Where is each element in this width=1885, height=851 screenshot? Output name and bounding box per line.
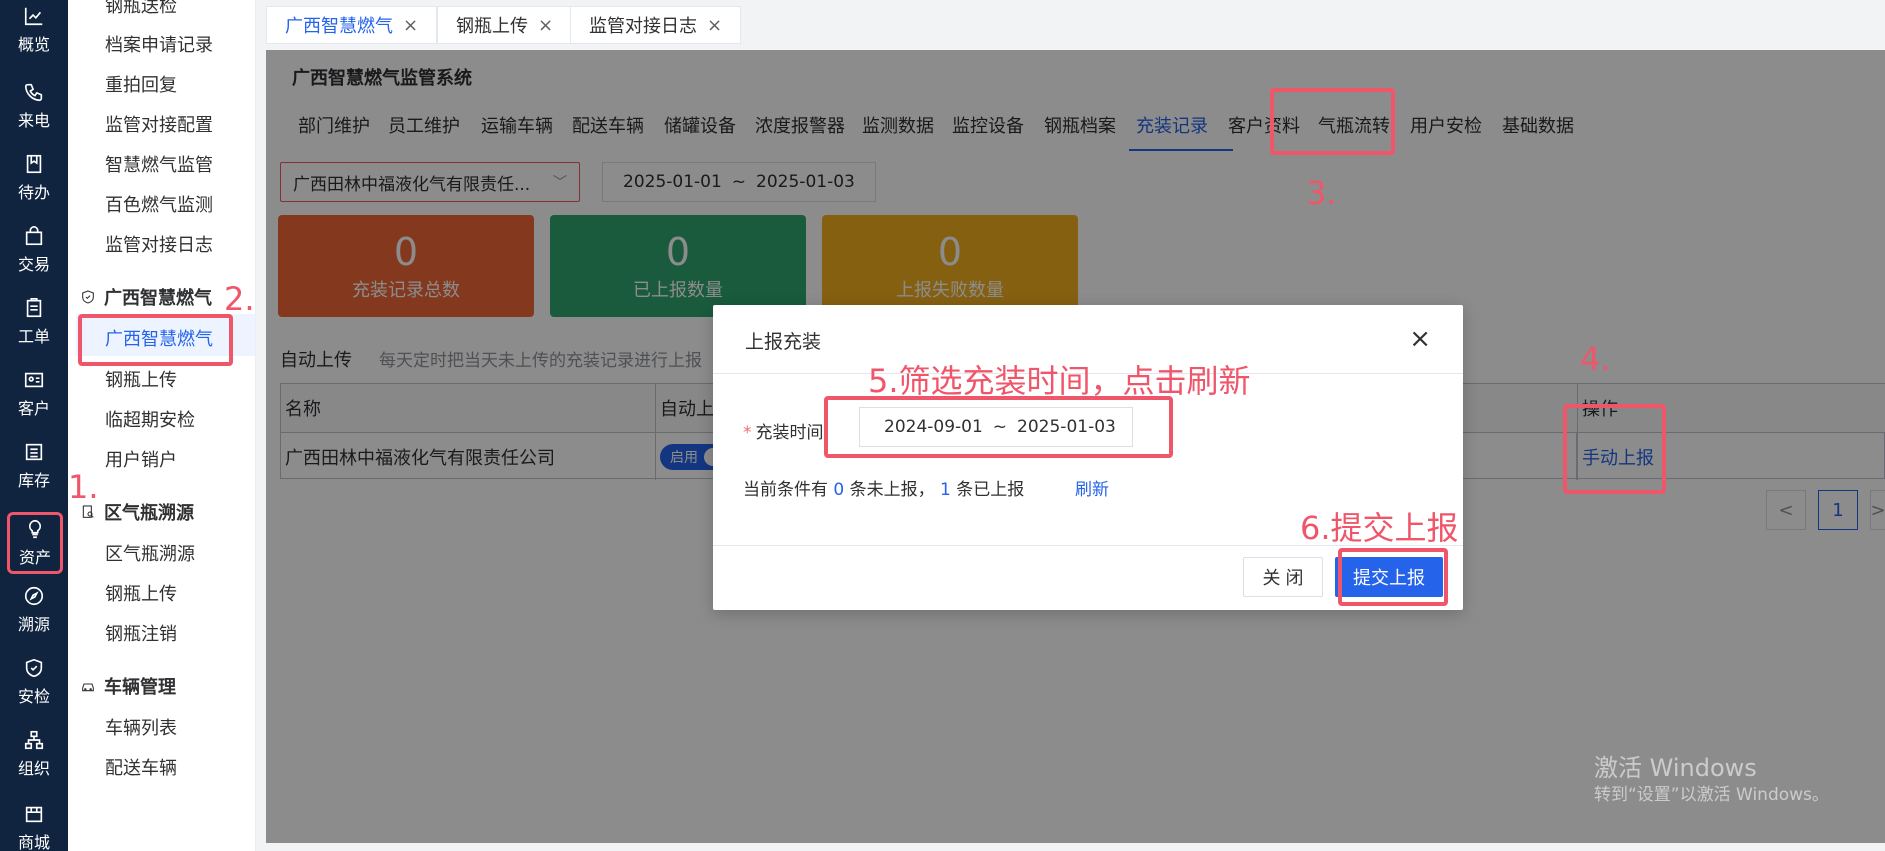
windows-watermark-subtitle: 转到“设置”以激活 Windows。 — [1594, 785, 1829, 805]
close-icon[interactable]: × — [403, 15, 418, 36]
annotation-step-1: 1. — [68, 468, 99, 506]
sidebar-item-supervision-log[interactable]: 监管对接日志 — [105, 231, 213, 257]
rail-item-store[interactable]: 商城 — [0, 798, 68, 851]
shield-icon — [25, 658, 43, 678]
annotation-step-3: 3. — [1306, 174, 1337, 212]
rail-item-calls[interactable]: 来电 — [0, 76, 68, 136]
shield-check-icon — [82, 290, 94, 304]
tab-cylinder-upload[interactable]: 钢瓶上传 × — [437, 6, 573, 44]
bulb-icon — [28, 519, 42, 539]
car-icon — [82, 683, 94, 692]
clipboard-icon — [26, 298, 42, 318]
sidebar-item-user-cancel[interactable]: 用户销户 — [105, 446, 177, 472]
sidebar-item-supervision-config[interactable]: 监管对接配置 — [105, 111, 213, 137]
refresh-link[interactable]: 刷新 — [1075, 475, 1109, 500]
rail-item-assets[interactable]: 资产 — [7, 512, 63, 574]
document-search-icon — [82, 505, 94, 518]
sidebar-item-delivery-vehicle[interactable]: 配送车辆 — [105, 754, 177, 780]
filling-time-label: * 充装时间: — [743, 423, 830, 443]
close-button[interactable]: 关 闭 — [1243, 557, 1323, 597]
bag-icon — [25, 226, 43, 246]
id-card-icon — [24, 372, 44, 388]
close-icon[interactable]: × — [538, 15, 553, 36]
sidebar-item-vehicle-list[interactable]: 车辆列表 — [105, 714, 177, 740]
annotation-box-2 — [78, 314, 233, 366]
sidebar-item-rephoto-reply[interactable]: 重拍回复 — [105, 71, 177, 97]
windows-watermark-title: 激活 Windows — [1594, 754, 1757, 782]
store-icon — [25, 806, 43, 823]
sidebar-item-district-trace[interactable]: 区气瓶溯源 — [105, 540, 195, 566]
annotation-box-6 — [1338, 548, 1448, 606]
sidebar: 钢瓶送检 档案申请记录 重拍回复 监管对接配置 智慧燃气监管 百色燃气监测 监管… — [68, 0, 256, 851]
annotation-box-3 — [1270, 88, 1395, 155]
rail-item-customer[interactable]: 客户 — [0, 364, 68, 424]
tab-bar: 广西智慧燃气 × 钢瓶上传 × 监管对接日志 × — [256, 0, 1885, 50]
compass-icon — [24, 586, 44, 606]
sidebar-item-baise-gas-monitor[interactable]: 百色燃气监测 — [105, 191, 213, 217]
annotation-step-5: 5.筛选充装时间，点击刷新 — [868, 362, 1251, 400]
sidebar-item-archive-records[interactable]: 档案申请记录 — [105, 31, 213, 57]
org-icon — [24, 730, 44, 750]
tab-supervision-log[interactable]: 监管对接日志 × — [570, 6, 742, 44]
rail-item-org[interactable]: 组织 — [0, 724, 68, 784]
rail-item-todo[interactable]: 待办 — [0, 148, 68, 208]
sidebar-item-cylinder-cancel[interactable]: 钢瓶注销 — [105, 620, 177, 646]
chart-icon — [24, 7, 43, 26]
sidebar-item-smart-gas-supervision[interactable]: 智慧燃气监管 — [105, 151, 213, 177]
annotation-step-4: 4. — [1580, 340, 1611, 378]
rail-item-trace[interactable]: 溯源 — [0, 580, 68, 640]
rail-item-workorder[interactable]: 工单 — [0, 292, 68, 352]
tab-guangxi-smart-gas[interactable]: 广西智慧燃气 × — [266, 6, 438, 44]
annotation-box-4 — [1563, 404, 1666, 494]
sidebar-item-cylinder-upload-2[interactable]: 钢瓶上传 — [105, 580, 177, 606]
dialog-title: 上报充装 — [745, 331, 822, 353]
sidebar-item-cylinder-inspection[interactable]: 钢瓶送检 — [105, 0, 177, 18]
list-icon — [25, 443, 43, 461]
rail-item-inspection[interactable]: 安检 — [0, 652, 68, 712]
rail-item-trade[interactable]: 交易 — [0, 220, 68, 280]
sidebar-item-overdue-inspection[interactable]: 临超期安检 — [105, 406, 195, 432]
close-icon[interactable]: × — [707, 15, 722, 36]
sidebar-item-cylinder-upload[interactable]: 钢瓶上传 — [105, 366, 177, 392]
bookmark-icon — [26, 154, 42, 174]
annotation-step-6: 6.提交上报 — [1300, 509, 1459, 547]
phone-icon — [24, 83, 43, 102]
close-icon[interactable]: × — [1409, 326, 1431, 352]
rail-item-inventory[interactable]: 库存 — [0, 436, 68, 496]
rail-item-overview[interactable]: 概览 — [0, 0, 68, 60]
sidebar-group-guangxi-smart-gas[interactable]: 广西智慧燃气 — [80, 284, 212, 310]
condition-summary: 当前条件有 0 条未上报， 1 条已上报 — [743, 480, 1025, 500]
annotation-box-5 — [824, 396, 1173, 458]
annotation-step-2: 2. — [224, 280, 255, 318]
icon-rail: 概览 来电 待办 交易 工单 客户 库存 资产 溯源 安检 组织 商城 — [0, 0, 68, 851]
sidebar-group-vehicle[interactable]: 车辆管理 — [80, 673, 176, 699]
